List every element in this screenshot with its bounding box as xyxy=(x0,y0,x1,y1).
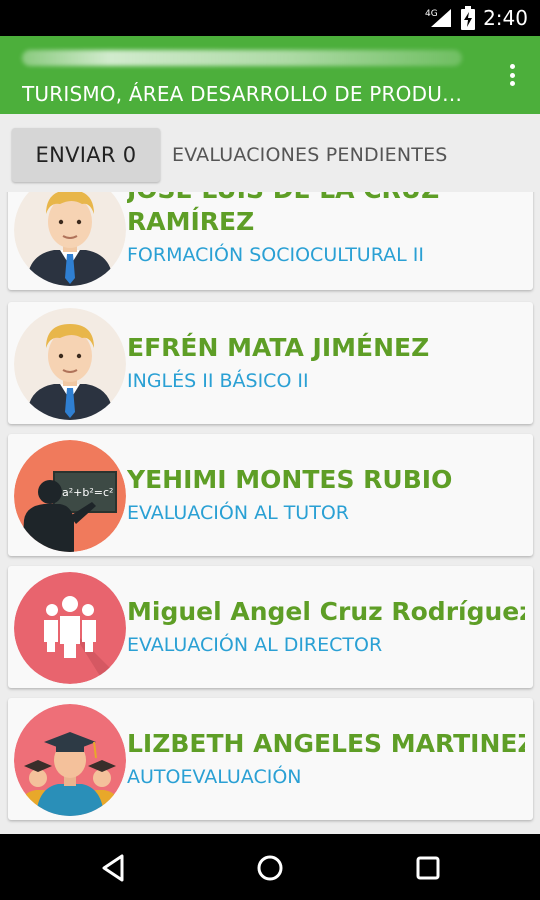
signal-4g-icon: 4G xyxy=(425,9,452,27)
blurred-subtitle xyxy=(22,50,462,66)
tutor-blackboard-avatar-icon: a²+b²=c² xyxy=(14,440,126,552)
teacher-name-line-1: JOSÉ LUIS DE LA CRUZ xyxy=(127,192,525,206)
teacher-name: Miguel Angel Cruz Rodríguez xyxy=(127,597,525,626)
app-title: TURISMO, ÁREA DESARROLLO DE PRODUCT... xyxy=(22,82,472,106)
app-bar: TURISMO, ÁREA DESARROLLO DE PRODUCT... xyxy=(0,36,540,114)
teacher-name: EFRÉN MATA JIMÉNEZ xyxy=(127,333,430,362)
male-teacher-avatar-icon xyxy=(14,192,126,286)
status-time: 2:40 xyxy=(483,6,528,30)
send-button[interactable]: ENVIAR 0 xyxy=(12,128,160,182)
director-group-avatar-icon xyxy=(14,572,126,684)
svg-text:a²+b²=c²: a²+b²=c² xyxy=(62,486,113,499)
battery-charging-icon xyxy=(461,6,476,30)
evaluation-card[interactable]: a²+b²=c² YEHIMI MONTES RUBIO EVALUACIÓN … xyxy=(8,434,533,556)
home-icon[interactable] xyxy=(250,848,290,888)
teacher-name: YEHIMI MONTES RUBIO xyxy=(127,465,453,494)
action-row: ENVIAR 0 EVALUACIONES PENDIENTES xyxy=(0,114,540,192)
subject-label: INGLÉS II BÁSICO II xyxy=(127,370,309,392)
navigation-bar xyxy=(0,834,540,900)
recents-icon[interactable] xyxy=(408,848,448,888)
teacher-name: LIZBETH ANGELES MARTINEZ xyxy=(127,729,525,758)
male-teacher-avatar-icon xyxy=(14,308,126,420)
status-bar: 4G 2:40 xyxy=(0,0,540,36)
evaluation-list[interactable]: JOSÉ LUIS DE LA CRUZ RAMÍREZ FORMACIÓN S… xyxy=(0,192,540,834)
overflow-menu-icon[interactable] xyxy=(502,60,522,90)
evaluation-card[interactable]: JOSÉ LUIS DE LA CRUZ RAMÍREZ FORMACIÓN S… xyxy=(8,192,533,290)
subject-label: AUTOEVALUACIÓN xyxy=(127,766,302,788)
evaluation-card[interactable]: EFRÉN MATA JIMÉNEZ INGLÉS II BÁSICO II xyxy=(8,302,533,424)
evaluation-card[interactable]: Miguel Angel Cruz Rodríguez EVALUACIÓN A… xyxy=(8,566,533,688)
graduates-avatar-icon xyxy=(14,704,126,816)
teacher-name-line-2: RAMÍREZ xyxy=(127,207,255,236)
subject-label: EVALUACIÓN AL TUTOR xyxy=(127,502,349,524)
evaluation-card[interactable]: LIZBETH ANGELES MARTINEZ AUTOEVALUACIÓN xyxy=(8,698,533,820)
pending-evaluations-label: EVALUACIONES PENDIENTES xyxy=(172,144,448,166)
back-icon[interactable] xyxy=(94,848,134,888)
svg-text:4G: 4G xyxy=(425,9,438,19)
subject-label: FORMACIÓN SOCIOCULTURAL II xyxy=(127,244,424,266)
status-icons: 4G 2:40 xyxy=(425,0,528,36)
subject-label: EVALUACIÓN AL DIRECTOR xyxy=(127,634,383,656)
